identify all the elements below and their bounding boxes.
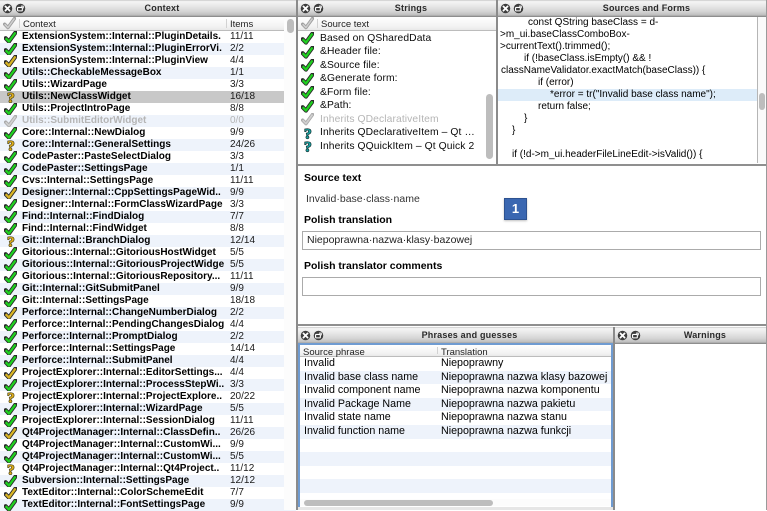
svg-text:?: ? [304, 127, 312, 140]
svg-text:?: ? [7, 235, 15, 247]
svg-text:?: ? [304, 140, 312, 153]
svg-text:?: ? [7, 391, 15, 403]
svg-text:?: ? [7, 463, 15, 475]
svg-text:?: ? [7, 139, 15, 151]
svg-text:?: ? [7, 91, 15, 103]
